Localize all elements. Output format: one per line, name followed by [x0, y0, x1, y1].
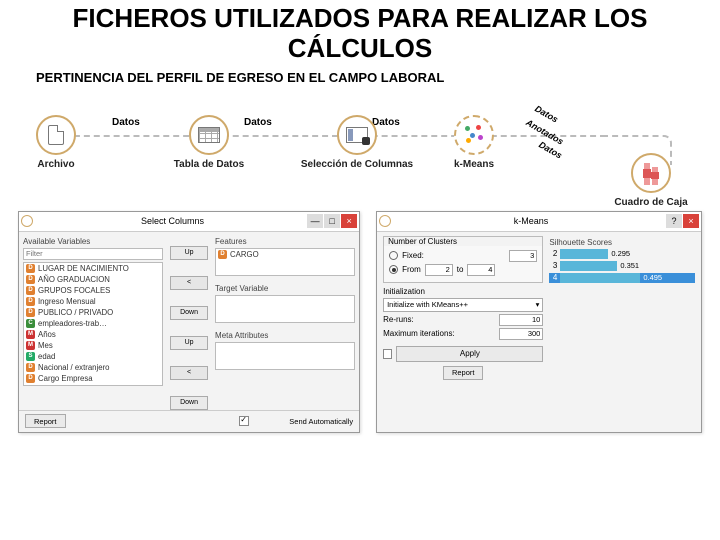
move-right-button-2[interactable]: < [170, 366, 208, 380]
target-list[interactable] [215, 295, 355, 323]
init-select[interactable]: Initialize with KMeans++▾ [383, 298, 543, 312]
target-label: Target Variable [215, 284, 355, 293]
list-item[interactable]: DCARGO [216, 249, 354, 260]
list-item[interactable]: DNacional / extranjero [24, 362, 162, 373]
move-down-button-2[interactable]: Down [170, 396, 208, 410]
list-item[interactable]: DIngreso Mensual [24, 296, 162, 307]
dialog-kmeans: k-Means ? × Number of Clusters Fixed: 3 … [376, 211, 702, 433]
node-kmeans[interactable]: k-Means [442, 115, 506, 170]
from-label: From [402, 265, 421, 274]
list-item[interactable]: MAños [24, 329, 162, 340]
dialog-footer: Report Send Automatically [19, 410, 359, 432]
features-label: Features [215, 237, 355, 246]
node-select-columns[interactable]: Selección de Columnas [292, 115, 422, 170]
cluster-icon [462, 123, 486, 147]
node-file[interactable]: Archivo [24, 115, 88, 170]
node-boxplot-label: Cuadro de Caja [606, 197, 696, 208]
dialog-title-text: k-Means [397, 216, 665, 226]
fixed-input[interactable]: 3 [509, 250, 537, 262]
move-down-button[interactable]: Down [170, 306, 208, 320]
list-item[interactable]: DPUBLICO / PRIVADO [24, 307, 162, 318]
workflow-pipeline: Datos Datos Datos Datos Anotados Datos A… [24, 95, 696, 205]
send-auto-checkbox[interactable] [239, 416, 249, 426]
edge-label-1: Datos [112, 117, 140, 128]
close-button[interactable]: × [341, 214, 357, 228]
select-columns-icon [346, 127, 368, 143]
page-title: FICHEROS UTILIZADOS PARA REALIZAR LOS CÁ… [0, 0, 720, 64]
clusters-group: Number of Clusters Fixed: 3 From 2 to 4 [383, 236, 543, 283]
list-item[interactable]: DGRUPOS FOCALES [24, 285, 162, 296]
table-icon [198, 127, 220, 143]
reruns-input[interactable]: 10 [499, 314, 543, 326]
to-input[interactable]: 4 [467, 264, 495, 276]
list-item[interactable]: DCargo Empresa [24, 373, 162, 384]
dialog-titlebar[interactable]: Select Columns — □ × [19, 212, 359, 232]
score-row-2[interactable]: 20.295 [549, 249, 695, 259]
dialog-select-columns: Select Columns — □ × Available Variables… [18, 211, 360, 433]
scores-label: Silhouette Scores [549, 238, 695, 247]
report-button[interactable]: Report [25, 414, 66, 428]
filter-input[interactable] [23, 248, 163, 260]
node-file-label: Archivo [24, 159, 88, 170]
node-table-label: Tabla de Datos [164, 159, 254, 170]
fixed-label: Fixed: [402, 251, 424, 260]
score-row-3[interactable]: 30.351 [549, 261, 695, 271]
node-select-label: Selección de Columnas [292, 159, 422, 170]
list-item[interactable]: Cempleadores-trab… [24, 318, 162, 329]
maxiter-input[interactable]: 300 [499, 328, 543, 340]
meta-label: Meta Attributes [215, 331, 355, 340]
maximize-button[interactable]: □ [324, 214, 340, 228]
report-button[interactable]: Report [443, 366, 484, 380]
to-label: to [457, 265, 464, 274]
send-auto-label: Send Automatically [289, 417, 353, 426]
node-table[interactable]: Tabla de Datos [164, 115, 254, 170]
file-icon [48, 125, 64, 145]
apply-button[interactable]: Apply [396, 346, 543, 362]
help-button[interactable]: ? [666, 214, 682, 228]
from-input[interactable]: 2 [425, 264, 453, 276]
init-label: Initialization [383, 287, 425, 296]
page-subtitle: PERTINENCIA DEL PERFIL DE EGRESO EN EL C… [0, 64, 720, 85]
dialog-title-text: Select Columns [39, 216, 306, 226]
move-up-button[interactable]: Up [170, 246, 208, 260]
list-item[interactable]: DSexo [24, 384, 162, 386]
auto-apply-checkbox[interactable] [383, 349, 392, 359]
dialogs-row: Select Columns — □ × Available Variables… [0, 205, 720, 433]
move-up-button-2[interactable]: Up [170, 336, 208, 350]
from-radio[interactable] [389, 265, 398, 274]
available-vars-label: Available Variables [23, 237, 163, 246]
dialog-icon [379, 215, 391, 227]
maxiter-label: Maximum iterations: [383, 329, 455, 338]
chevron-down-icon: ▾ [536, 300, 540, 309]
move-right-button[interactable]: < [170, 276, 208, 290]
available-vars-list[interactable]: DLUGAR DE NACIMIENTO DAÑO GRADUACION DGR… [23, 262, 163, 386]
list-item[interactable]: MMes [24, 340, 162, 351]
list-item[interactable]: Sedad [24, 351, 162, 362]
dialog-titlebar[interactable]: k-Means ? × [377, 212, 701, 232]
minimize-button[interactable]: — [307, 214, 323, 228]
dialog-icon [21, 215, 33, 227]
list-item[interactable]: DLUGAR DE NACIMIENTO [24, 263, 162, 274]
list-item[interactable]: DAÑO GRADUACION [24, 274, 162, 285]
features-list[interactable]: DCARGO [215, 248, 355, 276]
score-row-4[interactable]: 40.495 [549, 273, 695, 283]
clusters-group-label: Number of Clusters [384, 237, 542, 246]
boxplot-icon [644, 161, 658, 185]
node-kmeans-label: k-Means [442, 159, 506, 170]
close-button[interactable]: × [683, 214, 699, 228]
meta-list[interactable] [215, 342, 355, 370]
fixed-radio[interactable] [389, 251, 398, 260]
reruns-label: Re-runs: [383, 315, 414, 324]
node-boxplot[interactable]: Cuadro de Caja [606, 153, 696, 208]
